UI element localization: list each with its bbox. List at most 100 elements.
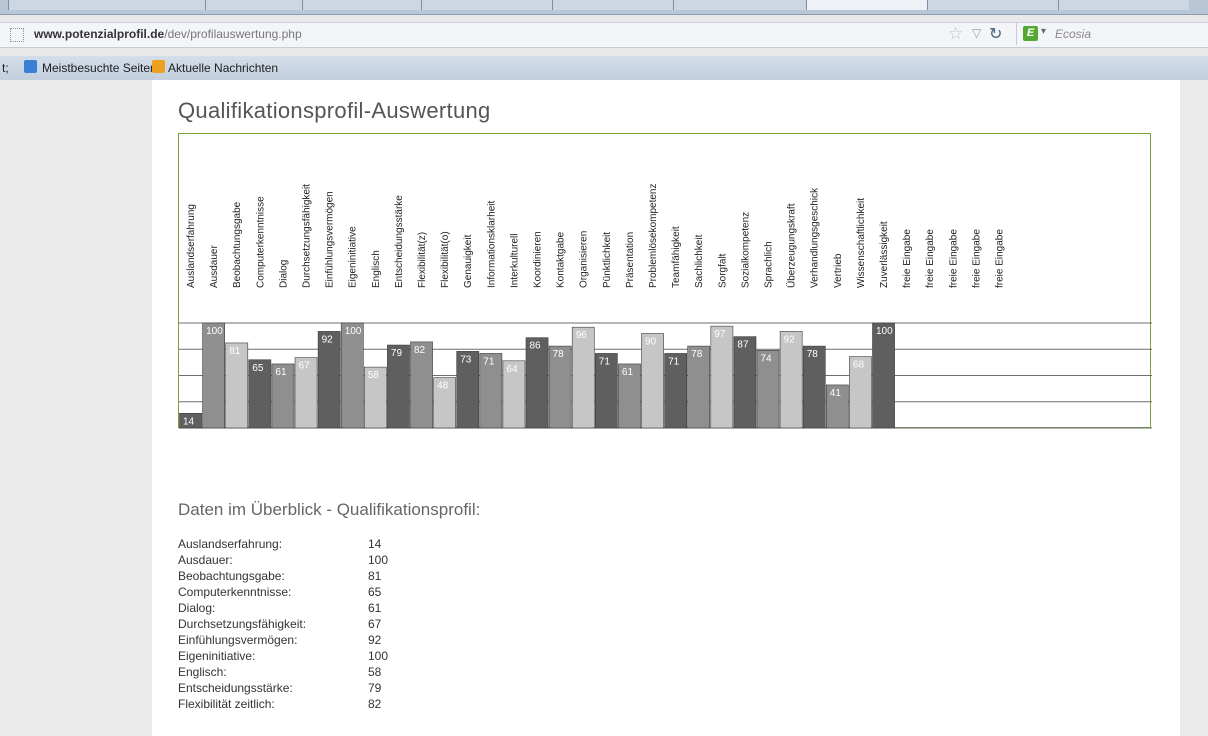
chart-category-label: Problemlösekompetenz [648,184,659,289]
search-engine-dropdown-icon[interactable]: ▾ [1041,26,1046,37]
url-text[interactable]: www.potenzialprofil.de/dev/profilauswert… [34,27,302,41]
chart-category-label: Informationsklarheit [486,201,497,288]
chart-category-label: freie Eingabe [925,229,936,288]
chart-category-label: Entscheidungsstärke [394,195,405,288]
data-row-value: 100 [368,553,389,567]
url-history-dropdown-icon[interactable]: ▽ [972,26,981,40]
page-title: Qualifikationsprofil-Auswertung [178,98,491,123]
chart-category-label: Durchsetzungsfähigkeit [302,184,313,288]
chart-value-label: 64 [506,364,518,375]
chart-category-label: Einfühlungsvermögen [325,191,336,288]
chart-value-label: 74 [761,353,773,364]
chart-value-label: 48 [437,381,449,392]
data-row-label: Einfühlungsvermögen: [178,633,298,647]
page-left-gutter [0,80,152,736]
data-row-value: 81 [368,569,382,583]
data-row-label: Computerkenntnisse: [178,585,292,599]
url-path: /dev/profilauswertung.php [164,27,302,41]
url-domain: www.potenzialprofil.de [34,27,165,41]
chart-value-label: 96 [576,330,588,341]
data-row-value: 61 [368,601,382,615]
chart-bar [872,322,895,429]
data-row-value: 58 [368,665,382,679]
search-box[interactable]: E ▾ Ecosia [1016,23,1208,45]
chart-value-label: 58 [368,370,380,381]
chart-bar [710,325,734,429]
chart-value-label: 65 [252,363,264,374]
chart-category-label: Sachlichkeit [694,234,705,288]
chart-svg: Auslandserfahrung 14 Ausdauer 100 Beobachtun… [179,184,1152,429]
chart-category-label: Englisch [371,250,382,288]
chart-category-label: Ausdauer [209,245,220,288]
chart-value-label: 86 [530,341,542,352]
ecosia-icon[interactable]: E [1023,26,1038,41]
bookmark-star-icon[interactable]: ☆ [948,24,963,44]
chart-value-label: 71 [483,356,495,367]
address-bar[interactable]: www.potenzialprofil.de/dev/profilauswert… [0,22,1208,48]
rss-feed-icon[interactable] [152,60,165,73]
chart-value-label: 78 [553,349,565,360]
chart-value-label: 41 [830,388,842,399]
chart-bar [641,333,664,429]
overview-title: Daten im Überblick - Qualifikationsprofi… [178,500,481,519]
chart-category-label: freie Eingabe [971,229,982,288]
chart-category-label: Interkulturell [509,234,520,288]
chart-value-label: 87 [737,340,749,351]
chart-category-label: Sozialkompetenz [740,212,751,288]
chart-value-label: 78 [807,349,819,360]
chart-bar [340,322,364,429]
data-row-label: Dialog: [178,601,216,615]
search-engine-placeholder[interactable]: Ecosia [1055,27,1091,41]
chart-category-label: Wissenschaftlichkeit [856,198,867,288]
chart-value-label: 92 [322,334,334,345]
chart-category-label: Sorgfalt [717,253,728,288]
chart-category-label: Überzeugungskraft [786,203,798,288]
chart-category-label: Organisieren [579,231,590,288]
data-row-label: Durchsetzungsfähigkeit: [178,617,307,631]
reload-icon[interactable]: ↻ [989,24,1002,44]
qualification-chart: Auslandserfahrung 14 Ausdauer 100 Beobachtun… [178,133,1152,429]
bookmark-fragment[interactable]: t; [2,61,9,75]
chart-category-label: freie Eingabe [995,229,1006,288]
chart-category-label: Computerkenntnisse [255,196,266,288]
chart-category-label: Eigeninitiative [348,226,359,288]
chart-value-label: 68 [853,360,865,371]
chart-category-label: Koordinieren [533,231,544,288]
data-row-value: 67 [368,617,382,631]
chart-category-label: Vertrieb [833,253,844,288]
data-row-value: 65 [368,585,382,599]
chart-bar [202,322,226,429]
data-row-value: 92 [368,633,382,647]
page-right-gutter [1180,80,1208,736]
chart-category-label: Präsentation [625,232,636,288]
chart-value-label: 67 [299,361,311,372]
bookmark-most-visited[interactable]: Meistbesuchte Seiten [42,61,157,75]
chart-category-label: Teamfähigkeit [671,226,682,288]
chart-value-label: 100 [876,326,893,337]
data-row-value: 79 [368,681,382,695]
browser-tab-strip[interactable] [0,0,1208,15]
data-row-label: Englisch: [178,665,227,679]
chart-value-label: 90 [645,337,657,348]
data-row-label: Auslandserfahrung: [178,537,283,551]
bookmarks-toolbar: t; Meistbesuchte Seiten Aktuelle Nachric… [0,56,1208,81]
chart-value-label: 71 [668,356,680,367]
chart-category-label: Pünktlichkeit [602,232,613,288]
data-row-value: 14 [368,537,382,551]
chart-value-label: 61 [622,367,634,378]
data-row-label: Beobachtungsgabe: [178,569,285,583]
chart-value-label: 73 [460,354,472,365]
chart-value-label: 100 [345,326,362,337]
most-visited-icon[interactable] [24,60,37,73]
data-row-label: Flexibilität zeitlich: [178,697,275,711]
bookmark-latest-news[interactable]: Aktuelle Nachrichten [168,61,278,75]
chart-category-label: Flexibilität(z) [417,232,428,288]
chart-bar [571,326,595,429]
data-row-label: Eigeninitiative: [178,649,256,663]
chart-category-label: Zuverlässigkeit [879,221,890,288]
chart-category-label: Kontaktgabe [556,231,567,288]
chart-value-label: 78 [691,349,703,360]
chart-category-label: Sprachlich [764,241,775,288]
chart-value-label: 82 [414,345,426,356]
chart-value-label: 71 [599,356,611,367]
